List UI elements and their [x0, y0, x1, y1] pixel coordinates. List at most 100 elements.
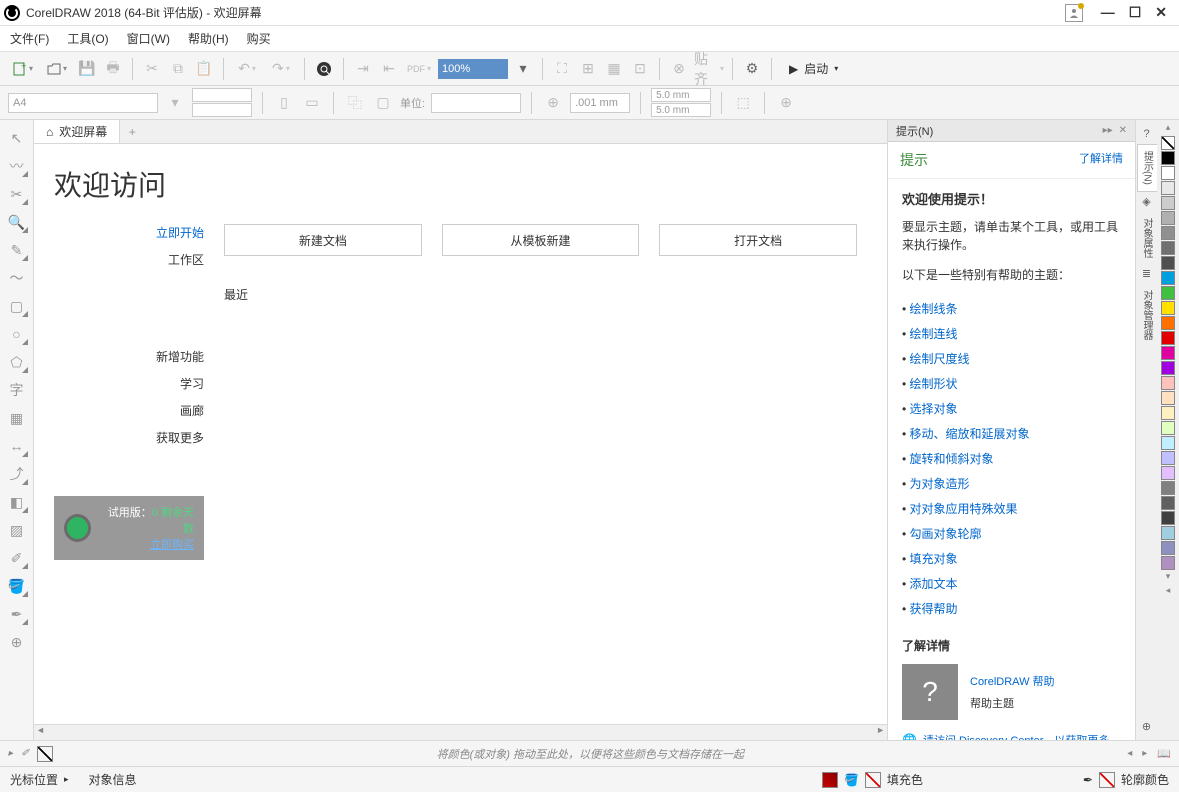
hint-topic-link[interactable]: 绘制形状 — [902, 371, 1121, 396]
pick-tool[interactable]: ↖ — [5, 126, 29, 150]
import-button[interactable]: ⇥ — [352, 58, 374, 80]
hint-topic-link[interactable]: 绘制线条 — [902, 296, 1121, 321]
palette-down[interactable]: ▾ — [1166, 571, 1171, 585]
search-button[interactable] — [313, 58, 335, 80]
welcome-tab[interactable]: ⌂ 欢迎屏幕 — [34, 120, 120, 143]
export-button[interactable]: ⇤ — [378, 58, 400, 80]
color-swatch[interactable] — [1161, 196, 1175, 210]
from-template-button[interactable]: 从模板新建 — [442, 224, 640, 256]
doc-palette-left[interactable]: ◂ — [1127, 748, 1132, 759]
zoom-tool[interactable]: 🔍 — [5, 210, 29, 234]
page-size-select[interactable] — [8, 93, 158, 113]
nav-workspace[interactable]: 工作区 — [54, 251, 204, 268]
current-page-button[interactable]: ▢ — [372, 92, 394, 114]
hint-topic-link[interactable]: 绘制连线 — [902, 321, 1121, 346]
print-button[interactable]: 🖶 — [102, 58, 124, 80]
color-swatch[interactable] — [1161, 391, 1175, 405]
color-swatch[interactable] — [1161, 286, 1175, 300]
outline-indicator[interactable]: ✒ 轮廓颜色 — [1083, 771, 1169, 788]
hint-topic-link[interactable]: 添加文本 — [902, 571, 1121, 596]
all-pages-button[interactable]: ⿻ — [344, 92, 366, 114]
menu-tools[interactable]: 工具(O) — [67, 30, 108, 47]
color-swatch[interactable] — [1161, 496, 1175, 510]
hint-topic-link[interactable]: 移动、缩放和延展对象 — [902, 421, 1121, 446]
pin-icon[interactable]: ? — [1139, 126, 1155, 142]
color-swatch[interactable] — [1161, 466, 1175, 480]
color-swatch[interactable] — [1161, 376, 1175, 390]
tab-hints[interactable]: 提示(N) — [1137, 144, 1157, 192]
buy-now-link[interactable]: 立即购买 — [101, 536, 194, 552]
outline-tool[interactable]: ✒ — [5, 602, 29, 626]
new-document-button[interactable]: 新建文档 — [224, 224, 422, 256]
color-swatch[interactable] — [1161, 346, 1175, 360]
color-swatch[interactable] — [1161, 511, 1175, 525]
doc-palette-right[interactable]: ▸ — [1142, 748, 1147, 759]
color-swatch[interactable] — [1161, 166, 1175, 180]
duplicate-distance[interactable] — [651, 88, 711, 117]
publish-pdf-button[interactable]: PDF — [404, 58, 434, 80]
docker-collapse[interactable]: ▸▸ — [1103, 125, 1113, 136]
guidelines-button[interactable]: ⊡ — [629, 58, 651, 80]
launch-button[interactable]: ▶ 启动 ▾ — [780, 57, 847, 81]
docker-close[interactable]: ✕ — [1119, 125, 1127, 136]
obj-props-icon[interactable]: ◈ — [1139, 194, 1155, 210]
color-swatch[interactable] — [1161, 556, 1175, 570]
crop-tool[interactable]: ✂ — [5, 182, 29, 206]
hint-topic-link[interactable]: 绘制尺度线 — [902, 346, 1121, 371]
swatch-none[interactable] — [1161, 136, 1175, 150]
portrait-button[interactable]: ▯ — [273, 92, 295, 114]
eyedropper-icon[interactable]: ✐ — [21, 748, 29, 759]
rulers-button[interactable]: ⊞ — [577, 58, 599, 80]
palette-up[interactable]: ▴ — [1166, 122, 1171, 136]
menu-buy[interactable]: 购买 — [247, 30, 271, 47]
color-swatch[interactable] — [1161, 181, 1175, 195]
color-swatch[interactable] — [1161, 241, 1175, 255]
zoom-level[interactable]: 100% — [438, 59, 508, 79]
doc-swatch-none[interactable] — [37, 746, 53, 762]
hint-topic-link[interactable]: 勾画对象轮廓 — [902, 521, 1121, 546]
horizontal-scrollbar[interactable] — [34, 724, 887, 740]
color-swatch[interactable] — [1161, 436, 1175, 450]
freehand-tool[interactable]: ✎ — [5, 238, 29, 262]
close-button[interactable]: ✕ — [1155, 4, 1167, 21]
zoom-dropdown[interactable]: ▾ — [512, 58, 534, 80]
color-swatch[interactable] — [1161, 301, 1175, 315]
redo-button[interactable]: ↷ — [266, 58, 296, 80]
transparency-tool[interactable]: ▨ — [5, 518, 29, 542]
dimension-tool[interactable]: ↔ — [5, 434, 29, 458]
landscape-button[interactable]: ▭ — [301, 92, 323, 114]
maximize-button[interactable]: ☐ — [1129, 4, 1142, 21]
discovery-link[interactable]: 请访问 Discovery Center，以获取更多 — [923, 732, 1109, 740]
color-swatch[interactable] — [1161, 211, 1175, 225]
tab-obj-props[interactable]: 对象属性 — [1137, 212, 1156, 264]
page-dims[interactable] — [192, 88, 252, 117]
nudge-distance[interactable] — [570, 93, 630, 113]
color-swatch[interactable] — [1161, 526, 1175, 540]
palette-menu[interactable]: ▸ — [8, 748, 13, 759]
nav-gallery[interactable]: 画廊 — [54, 402, 204, 419]
palette-flyout[interactable]: ◂ — [1166, 585, 1171, 599]
tab-obj-mgr[interactable]: 对象管理器 — [1137, 284, 1156, 346]
color-swatch[interactable] — [1161, 151, 1175, 165]
fill-tool[interactable]: 🪣 — [5, 574, 29, 598]
fill-indicator[interactable]: 🪣 填充色 — [822, 771, 923, 788]
menu-help[interactable]: 帮助(H) — [188, 30, 229, 47]
user-icon[interactable] — [1065, 4, 1083, 22]
treat-as-filled-button[interactable]: ⬚ — [732, 92, 754, 114]
hint-topic-link[interactable]: 获得帮助 — [902, 596, 1121, 621]
color-swatch[interactable] — [1161, 406, 1175, 420]
color-swatch[interactable] — [1161, 331, 1175, 345]
units-select[interactable] — [431, 93, 521, 113]
artistic-media-tool[interactable]: 〜 — [5, 266, 29, 290]
color-swatch[interactable] — [1161, 421, 1175, 435]
coreldraw-help-link[interactable]: CorelDRAW 帮助 — [970, 673, 1055, 689]
menu-window[interactable]: 窗口(W) — [127, 30, 170, 47]
save-button[interactable]: 💾 — [76, 58, 98, 80]
color-swatch[interactable] — [1161, 271, 1175, 285]
nav-get-more[interactable]: 获取更多 — [54, 429, 204, 446]
drop-shadow-tool[interactable]: ◧ — [5, 490, 29, 514]
new-tab-button[interactable]: + — [120, 125, 144, 139]
hint-topic-link[interactable]: 旋转和倾斜对象 — [902, 446, 1121, 471]
text-tool[interactable]: 字 — [5, 378, 29, 402]
new-button[interactable]: + — [8, 58, 38, 80]
